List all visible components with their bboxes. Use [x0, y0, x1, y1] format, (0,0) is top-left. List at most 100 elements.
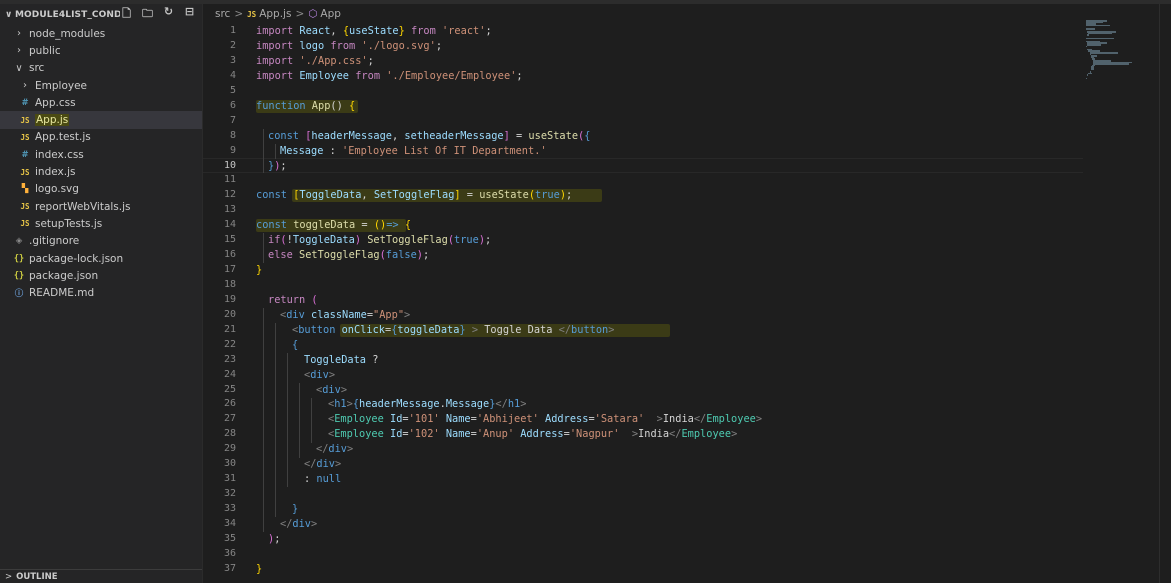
code-token: true: [535, 189, 560, 202]
code-text: import React, {useState} from 'react';: [256, 24, 492, 39]
code-text: <div>: [316, 383, 347, 398]
line-number: 17: [223, 264, 236, 275]
code-token: }: [256, 264, 263, 276]
code-line[interactable]: 19 return (: [203, 293, 1083, 308]
code-token: >: [731, 428, 738, 441]
code-line[interactable]: 9 Message : 'Employee List Of IT Departme…: [203, 144, 1083, 159]
code-line[interactable]: 33}: [203, 502, 1083, 517]
tree-item-employee[interactable]: › Employee: [0, 77, 202, 94]
code-token: =: [509, 129, 529, 142]
tree-item-gitignore[interactable]: ◈ .gitignore: [0, 233, 202, 250]
code-line[interactable]: 35);: [203, 532, 1083, 547]
code-line[interactable]: 29 </div>: [203, 442, 1083, 457]
tree-item-reportwebvitals-js[interactable]: JS reportWebVitals.js: [0, 198, 202, 215]
tree-item-app-test-js[interactable]: JS App.test.js: [0, 129, 202, 146]
line-number: 26: [223, 398, 236, 410]
code-token: 'Abhijeet': [476, 413, 546, 426]
breadcrumb-symbol[interactable]: App: [320, 8, 341, 20]
code-token: India: [638, 428, 670, 441]
vscode-window: ∨ MODULE4LIST_COND... 🗋 🗀 ↻ ⊟ › node_modu…: [0, 0, 1171, 583]
tree-item-node-modules[interactable]: › node_modules: [0, 25, 202, 42]
code-line[interactable]: 32: [203, 487, 1083, 502]
code-line[interactable]: 27 <Employee Id='101' Name='Abhijeet' Add…: [203, 412, 1083, 427]
code-line[interactable]: 21 <button onClick={toggleData} > Toggle …: [203, 323, 1083, 338]
code-text: const [headerMessage, setheaderMessage] …: [268, 129, 590, 144]
breadcrumb-folder[interactable]: src: [215, 8, 230, 20]
tree-item-index-css[interactable]: # index.css: [0, 146, 202, 163]
code-line[interactable]: 17}: [203, 263, 1083, 278]
code-line[interactable]: 13: [203, 203, 1083, 218]
minimap-line: [1087, 34, 1089, 36]
refresh-icon[interactable]: ↻: [162, 5, 175, 24]
code-line[interactable]: 8 const [headerMessage, setheaderMessage]…: [203, 129, 1083, 144]
code-token: import: [256, 69, 300, 82]
code-line[interactable]: 36: [203, 547, 1083, 562]
new-folder-icon[interactable]: 🗀: [141, 5, 154, 24]
tree-item-app-js[interactable]: JS App.js: [0, 111, 202, 129]
code-token: 'Satara': [594, 413, 651, 426]
explorer-root-header[interactable]: ∨ MODULE4LIST_COND... 🗋 🗀 ↻ ⊟: [0, 4, 202, 25]
code-line[interactable]: 24 <div>: [203, 368, 1083, 383]
minimap-line: [1087, 44, 1102, 46]
code-line[interactable]: 2 import logo from './logo.svg';: [203, 39, 1083, 54]
tree-item-src[interactable]: ∨ src: [0, 60, 202, 77]
code-line[interactable]: 6 function App() {: [203, 99, 1083, 114]
code-line[interactable]: 18: [203, 278, 1083, 293]
line-number: 31: [223, 473, 236, 485]
vertical-scrollbar[interactable]: [1159, 4, 1171, 583]
collapse-all-icon[interactable]: ⊟: [183, 5, 196, 24]
code-token: :: [323, 144, 343, 157]
code-text: else SetToggleFlag(false);: [268, 248, 429, 263]
code-line[interactable]: 25 <div>: [203, 383, 1083, 398]
code-line[interactable]: 5: [203, 84, 1083, 99]
code-text: <div>: [304, 368, 335, 383]
line-number: 12: [223, 189, 236, 201]
code-line[interactable]: 3 import './App.css';: [203, 54, 1083, 69]
code-line[interactable]: 34 </div>: [203, 517, 1083, 532]
code-line[interactable]: 23 ToggleData ?: [203, 353, 1083, 368]
code-text: if(!ToggleData) SetToggleFlag(true);: [268, 233, 491, 248]
code-line[interactable]: 22 {: [203, 338, 1083, 353]
outline-section-header[interactable]: > OUTLINE: [0, 569, 202, 583]
code-token: ToggleData: [304, 353, 366, 366]
tree-item-package-json[interactable]: {} package.json: [0, 267, 202, 284]
breadcrumb-file[interactable]: App.js: [259, 8, 291, 20]
code-text: import logo from './logo.svg';: [256, 39, 442, 54]
code-editor[interactable]: src > JS App.js > ⬡ App 1 import React, {…: [203, 4, 1171, 583]
tree-item-index-js[interactable]: JS index.js: [0, 163, 202, 180]
code-line[interactable]: 10});: [203, 158, 1083, 174]
code-line[interactable]: 26 <h1>{headerMessage.Message}</h1>: [203, 397, 1083, 412]
code-line[interactable]: 1 import React, {useState} from 'react';: [203, 24, 1083, 39]
tree-item-setuptests-js[interactable]: JS setupTests.js: [0, 215, 202, 232]
code-token: Name: [445, 413, 471, 426]
code-token: Employee: [334, 413, 390, 426]
code-token: India: [662, 413, 694, 426]
code-line[interactable]: 30 </div>: [203, 457, 1083, 472]
tree-item-readme-md[interactable]: ⓘ README.md: [0, 284, 202, 301]
minimap[interactable]: [1086, 20, 1162, 580]
code-line[interactable]: 4 import Employee from './Employee/Employ…: [203, 69, 1083, 84]
line-number: 3: [229, 54, 236, 66]
code-line[interactable]: 20 <div className="App">: [203, 308, 1083, 323]
code-text: );: [268, 532, 280, 547]
code-line[interactable]: 12 const [ToggleData, SetToggleFlag] = us…: [203, 188, 1083, 203]
code-token: div: [292, 517, 312, 530]
code-line[interactable]: 16 else SetToggleFlag(false);: [203, 248, 1083, 263]
tree-item-package-lock-json[interactable]: {} package-lock.json: [0, 250, 202, 267]
minimap-line: [1086, 77, 1087, 80]
code-line[interactable]: 15 if(!ToggleData) SetToggleFlag(true);: [203, 233, 1083, 248]
code-line[interactable]: 7: [203, 114, 1083, 129]
tree-item-public[interactable]: › public: [0, 42, 202, 59]
code-token: {: [404, 219, 412, 232]
code-lines[interactable]: 1 import React, {useState} from 'react'; 2…: [203, 24, 1083, 577]
tree-item-logo-svg[interactable]: ▚ logo.svg: [0, 181, 202, 198]
code-line[interactable]: 11: [203, 173, 1083, 188]
code-line[interactable]: 31: null: [203, 472, 1083, 487]
line-number: 16: [223, 249, 236, 261]
code-text: <button onClick={toggleData} > Toggle Da…: [292, 323, 614, 338]
tree-item-app-css[interactable]: # App.css: [0, 94, 202, 111]
code-line[interactable]: 14 const toggleData = ()=> {: [203, 218, 1083, 233]
code-line[interactable]: 28 <Employee Id='102' Name='Anup' Address…: [203, 427, 1083, 442]
new-file-icon[interactable]: 🗋: [120, 5, 133, 24]
code-line[interactable]: 37}: [203, 562, 1083, 577]
